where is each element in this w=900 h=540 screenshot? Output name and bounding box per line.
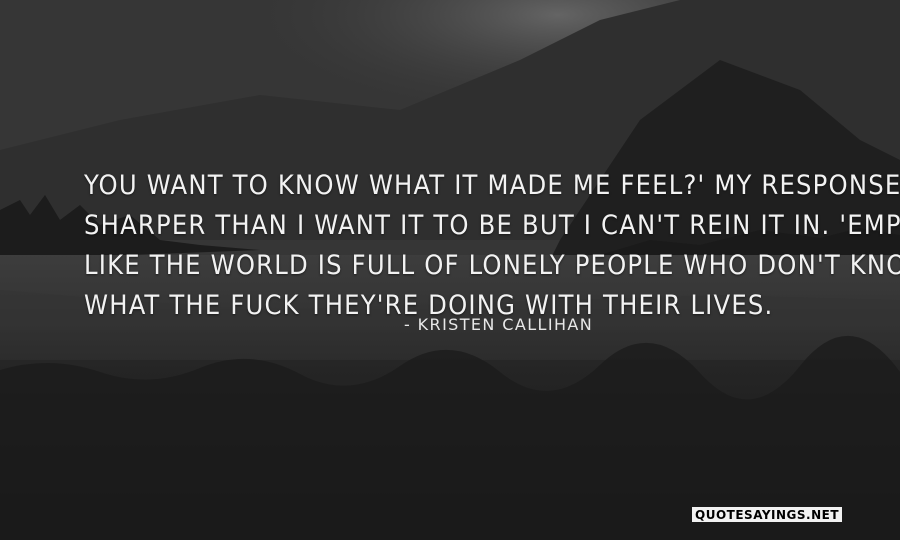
quote-image: You want to know what it made me feel?' …	[0, 0, 900, 540]
quote-line: You want to know what it made me feel?' …	[84, 170, 900, 201]
site-watermark: QUOTESAYINGS.NET	[692, 507, 842, 522]
quote-author: - Kristen Callihan	[404, 315, 594, 334]
quote-line: sharper than I want it to be but I can't…	[84, 210, 900, 241]
quote-line: Like the world is full of lonely people …	[84, 250, 900, 281]
quote-text: You want to know what it made me feel?' …	[84, 166, 900, 326]
